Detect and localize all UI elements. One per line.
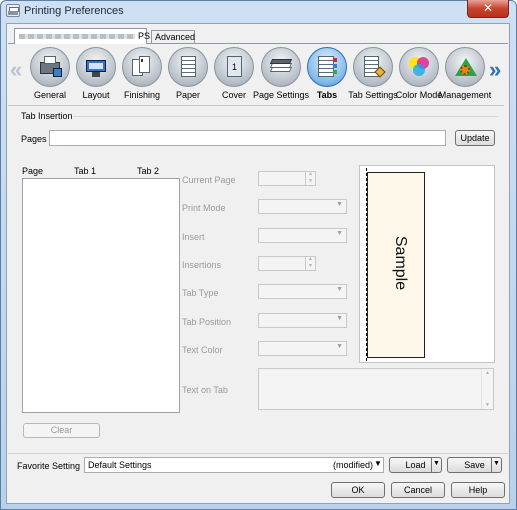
column-header-tab-2: Tab 2 xyxy=(137,166,160,176)
update-button[interactable]: Update xyxy=(455,130,495,146)
color-mode-icon xyxy=(409,56,429,78)
group-divider xyxy=(73,116,498,117)
insertions-label: Insertions xyxy=(182,260,222,270)
management-icon xyxy=(455,56,477,78)
chevron-down-icon[interactable]: ▼ xyxy=(431,457,441,473)
chevron-down-icon: ▼ xyxy=(336,315,343,322)
tab-preview: Sample xyxy=(359,165,495,363)
help-button[interactable]: Help xyxy=(451,482,505,498)
printer-icon xyxy=(6,4,20,17)
scroll-left-icon[interactable]: « xyxy=(10,59,22,81)
text-on-tab-field xyxy=(258,368,494,410)
tab-type-select: ▼ xyxy=(258,284,347,299)
page-settings-icon xyxy=(269,56,293,78)
clear-button: Clear xyxy=(23,423,100,438)
column-header-page: Page xyxy=(22,166,44,176)
cover-number: 1 xyxy=(227,56,242,77)
insertions-spinner xyxy=(258,256,316,271)
tab-insertion-list[interactable] xyxy=(22,178,180,413)
tab-position-select: ▼ xyxy=(258,313,347,328)
chevron-down-icon: ▼ xyxy=(336,286,343,293)
toolbar-separator xyxy=(8,105,504,106)
spinner-arrows-icon xyxy=(305,256,315,270)
tab-insertion-group-label: Tab Insertion xyxy=(21,111,73,121)
text-color-select: ▼ xyxy=(258,341,347,356)
finishing-icon xyxy=(132,56,152,78)
chevron-down-icon: ▼ xyxy=(336,201,343,208)
print-mode-label: Print Mode xyxy=(182,203,226,213)
close-button[interactable]: ✕ xyxy=(467,0,509,18)
favorite-modified-text: (modified) xyxy=(333,460,374,470)
scroll-right-icon[interactable]: » xyxy=(489,59,501,81)
spinner-arrows-icon xyxy=(305,171,315,185)
tab-advanced[interactable]: Advanced xyxy=(151,30,195,44)
tab-type-label: Tab Type xyxy=(182,288,219,298)
column-header-tab-1: Tab 1 xyxy=(74,166,97,176)
save-button[interactable]: Save ▼ xyxy=(447,457,502,473)
cover-icon: 1 xyxy=(224,56,244,78)
text-on-tab-label: Text on Tab xyxy=(182,385,228,395)
general-icon xyxy=(40,56,62,78)
bottom-separator xyxy=(8,453,508,454)
ok-button[interactable]: OK xyxy=(331,482,385,498)
preview-tab-sheet: Sample xyxy=(367,172,425,358)
tab-settings-icon xyxy=(363,56,386,78)
tab-position-label: Tab Position xyxy=(182,317,232,327)
tabs-icon xyxy=(317,56,337,78)
insert-select: ▼ xyxy=(258,228,347,243)
preview-sample-text: Sample xyxy=(392,235,409,291)
current-page-label: Current Page xyxy=(182,175,236,185)
favorite-setting-label: Favorite Setting xyxy=(17,461,81,471)
pages-input[interactable] xyxy=(49,130,446,146)
pages-label: Pages xyxy=(21,134,47,144)
chevron-down-icon[interactable]: ▼ xyxy=(491,457,501,473)
scrollbar xyxy=(481,369,493,409)
load-button[interactable]: Load ▼ xyxy=(389,457,442,473)
window-title: Printing Preferences xyxy=(24,5,124,17)
cancel-button[interactable]: Cancel xyxy=(391,482,445,498)
tab-ps-label: PS xyxy=(138,31,151,41)
insert-label: Insert xyxy=(182,232,205,242)
paper-icon xyxy=(178,56,198,78)
blurred-printer-name xyxy=(19,34,135,39)
chevron-down-icon[interactable]: ▼ xyxy=(374,459,382,468)
favorite-setting-value: Default Settings xyxy=(88,460,152,470)
chevron-down-icon: ▼ xyxy=(336,230,343,237)
tab-ps[interactable]: PS xyxy=(14,28,151,44)
chevron-down-icon: ▼ xyxy=(336,343,343,350)
text-color-label: Text Color xyxy=(182,345,223,355)
layout-icon xyxy=(86,56,106,78)
toolbar-management[interactable]: Management xyxy=(439,47,491,101)
current-page-spinner xyxy=(258,171,316,186)
title-bar: Printing Preferences ✕ xyxy=(0,0,515,22)
print-mode-select: ▼ xyxy=(258,199,347,214)
